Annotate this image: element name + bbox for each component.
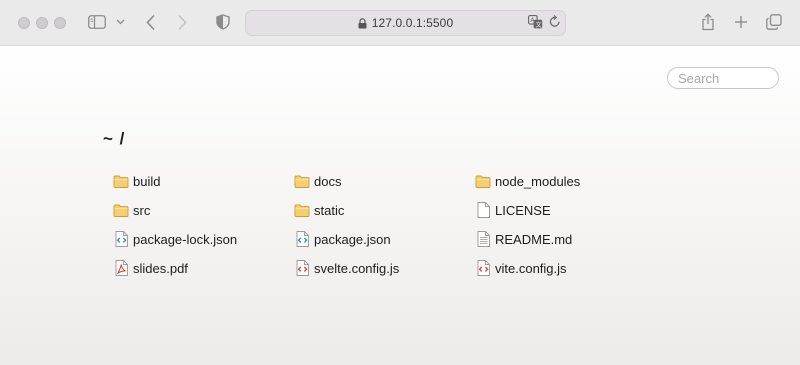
file-item[interactable]: README.md bbox=[475, 230, 572, 248]
page-content: ~ / build docs node_modulessrc static LICENS… bbox=[0, 46, 800, 365]
text-file-icon bbox=[475, 231, 491, 247]
file-name: src bbox=[133, 202, 151, 218]
reload-button[interactable] bbox=[549, 15, 561, 28]
folder-icon bbox=[113, 202, 129, 218]
json-file-icon bbox=[294, 231, 310, 247]
chevron-down-icon bbox=[116, 19, 124, 25]
sidebar-menu-chevron[interactable] bbox=[114, 11, 126, 33]
file-name: node_modules bbox=[495, 173, 581, 189]
minimize-window-button[interactable] bbox=[36, 17, 48, 29]
file-item[interactable]: package-lock.json bbox=[113, 230, 237, 248]
translate-button[interactable]: A 文 bbox=[528, 15, 543, 29]
js-file-icon bbox=[475, 260, 491, 276]
tab-overview-icon bbox=[766, 14, 782, 30]
search-input[interactable] bbox=[667, 67, 779, 89]
folder-icon bbox=[113, 173, 129, 189]
close-window-button[interactable] bbox=[18, 17, 30, 29]
file-item[interactable]: node_modules bbox=[475, 172, 580, 190]
forward-button[interactable] bbox=[175, 11, 189, 33]
zoom-window-button[interactable] bbox=[54, 17, 66, 29]
file-name: package.json bbox=[314, 231, 391, 247]
file-name: static bbox=[314, 202, 345, 218]
reload-icon bbox=[549, 15, 560, 27]
file-item[interactable]: vite.config.js bbox=[475, 259, 567, 277]
sidebar-toggle-button[interactable] bbox=[87, 11, 107, 33]
share-button[interactable] bbox=[699, 11, 717, 33]
translate-icon: A 文 bbox=[528, 15, 543, 29]
file-item[interactable]: docs bbox=[294, 172, 341, 190]
file-name: LICENSE bbox=[495, 202, 551, 218]
file-item[interactable]: LICENSE bbox=[475, 201, 551, 219]
back-button[interactable] bbox=[143, 11, 157, 33]
file-list: build docs node_modulessrc static LICENSE pac… bbox=[113, 172, 673, 292]
pdf-file-icon bbox=[113, 260, 129, 276]
browser-toolbar: 127.0.0.1:5500 A 文 bbox=[0, 0, 800, 46]
privacy-report-button[interactable] bbox=[215, 11, 231, 33]
chevron-left-icon bbox=[145, 14, 154, 30]
json-file-icon bbox=[113, 231, 129, 247]
file-name: slides.pdf bbox=[133, 260, 188, 276]
file-name: vite.config.js bbox=[495, 260, 567, 276]
file-name: package-lock.json bbox=[133, 231, 238, 247]
file-item[interactable]: slides.pdf bbox=[113, 259, 188, 277]
folder-icon bbox=[294, 202, 310, 218]
file-item[interactable]: src bbox=[113, 201, 150, 219]
breadcrumb: ~ / bbox=[103, 129, 126, 148]
file-item[interactable]: build bbox=[113, 172, 160, 190]
url-text: 127.0.0.1:5500 bbox=[371, 16, 454, 30]
plus-icon bbox=[735, 16, 747, 28]
folder-icon bbox=[475, 173, 491, 189]
shield-icon bbox=[216, 14, 230, 30]
lock-icon bbox=[358, 17, 367, 29]
file-item[interactable]: static bbox=[294, 201, 344, 219]
file-item[interactable]: svelte.config.js bbox=[294, 259, 399, 277]
js-file-icon bbox=[294, 260, 310, 276]
file-item[interactable]: package.json bbox=[294, 230, 391, 248]
tab-overview-button[interactable] bbox=[765, 11, 783, 33]
address-display[interactable]: 127.0.0.1:5500 bbox=[246, 11, 565, 35]
folder-icon bbox=[294, 173, 310, 189]
address-bar[interactable]: 127.0.0.1:5500 A 文 bbox=[245, 10, 566, 36]
share-icon bbox=[702, 13, 714, 31]
file-name: docs bbox=[314, 173, 342, 189]
file-name: svelte.config.js bbox=[314, 260, 400, 276]
new-tab-button[interactable] bbox=[732, 11, 750, 33]
file-name: build bbox=[133, 173, 161, 189]
svg-text:文: 文 bbox=[536, 21, 542, 29]
chevron-right-icon bbox=[178, 14, 187, 30]
file-name: README.md bbox=[495, 231, 573, 247]
blank-file-icon bbox=[475, 202, 491, 218]
browser-window: 127.0.0.1:5500 A 文 Search ~ / build docs… bbox=[0, 0, 800, 365]
sidebar-icon bbox=[88, 15, 106, 29]
